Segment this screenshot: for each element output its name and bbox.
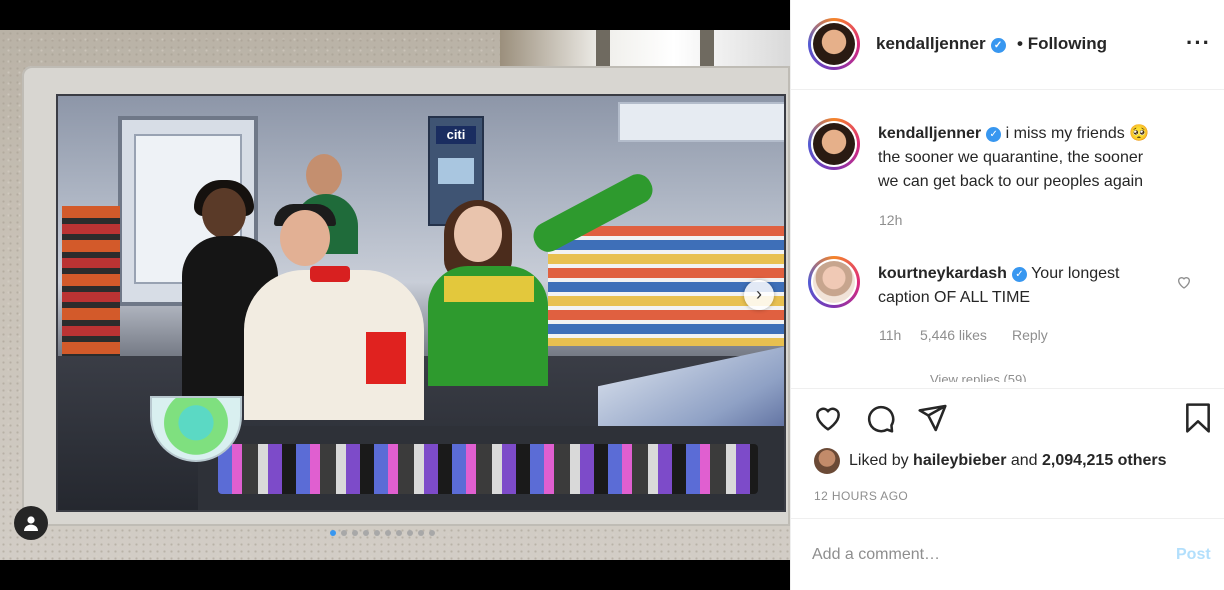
- carousel-dot: [363, 530, 369, 536]
- comment-age[interactable]: 11h: [879, 327, 901, 343]
- follow-status[interactable]: • Following: [1017, 34, 1107, 54]
- comment-reply-button[interactable]: Reply: [1012, 327, 1048, 343]
- likes-prefix: Liked by: [849, 452, 909, 469]
- likes-summary: Liked by haileybieber and 2,094,215 othe…: [849, 452, 1167, 470]
- save-bookmark-icon[interactable]: [1182, 402, 1214, 434]
- carousel-dot: [374, 530, 380, 536]
- action-bar: [791, 388, 1224, 389]
- caption-username[interactable]: kendalljenner: [878, 125, 981, 142]
- chevron-right-icon: ›: [756, 284, 762, 304]
- carousel-dot: [407, 530, 413, 536]
- more-options-icon[interactable]: ···: [1186, 30, 1211, 56]
- view-replies-link[interactable]: View replies (59): [930, 372, 1027, 382]
- likes-joiner: and: [1010, 452, 1038, 469]
- tagged-users-button[interactable]: [14, 506, 48, 540]
- person-fleece-jacket: [244, 204, 424, 420]
- post-media: citi ›: [0, 0, 790, 590]
- comment-like-icon[interactable]: [1176, 274, 1192, 290]
- comment-avatar[interactable]: [808, 256, 860, 308]
- comment-username[interactable]: kourtneykardash: [878, 265, 1007, 282]
- likes-others-count[interactable]: 2,094,215 others: [1042, 452, 1167, 469]
- author-username[interactable]: kendalljenner ✓: [876, 34, 1006, 54]
- verified-badge-icon: ✓: [986, 127, 1002, 142]
- comment-text-1: Your longest: [1031, 265, 1120, 282]
- carousel-dot: [385, 530, 391, 536]
- add-comment-input[interactable]: [812, 542, 1152, 568]
- carousel-dot: [352, 530, 358, 536]
- atm-screen: [438, 158, 474, 184]
- carousel-next-button[interactable]: ›: [744, 280, 774, 310]
- author-avatar[interactable]: [808, 18, 860, 70]
- verified-badge-icon: ✓: [1011, 267, 1027, 282]
- carousel-dot: [396, 530, 402, 536]
- user-icon: [24, 516, 38, 531]
- instagram-post-view: citi › kendalljenner ✓ • Following ··· k…: [0, 0, 1224, 590]
- post-timestamp[interactable]: 12 HOURS AGO: [814, 489, 908, 503]
- comment-line-2: caption OF ALL TIME: [878, 289, 1031, 306]
- counter-products: [218, 444, 758, 494]
- caption-line-3: we can get back to our peoples again: [878, 173, 1144, 190]
- person-green-yellow-jacket: [428, 169, 668, 386]
- author-username-text[interactable]: kendalljenner: [876, 34, 986, 53]
- share-send-icon[interactable]: [916, 402, 948, 434]
- verified-badge-icon: ✓: [990, 38, 1006, 53]
- post-comment-button[interactable]: Post: [1176, 546, 1211, 564]
- caption-line-1: kendalljenner ✓ i miss my friends 🥺: [878, 122, 1149, 146]
- caption-avatar[interactable]: [808, 118, 860, 170]
- carousel-dot: [341, 530, 347, 536]
- bullet-separator: •: [1017, 34, 1028, 53]
- caption-text-1: i miss my friends 🥺: [1005, 125, 1150, 142]
- liker-avatar[interactable]: [814, 448, 840, 474]
- carousel-indicator: [330, 530, 435, 536]
- like-heart-icon[interactable]: [812, 402, 844, 434]
- comment-line-1: kourtneykardash ✓ Your longest: [878, 262, 1119, 286]
- carousel-dot: [429, 530, 435, 536]
- caption-line-2: the sooner we quarantine, the sooner: [878, 149, 1144, 166]
- liker-username[interactable]: haileybieber: [913, 452, 1006, 469]
- following-label[interactable]: Following: [1028, 34, 1107, 53]
- carousel-dot: [418, 530, 424, 536]
- carousel-dot: [330, 530, 336, 536]
- shelves-left: [62, 206, 120, 356]
- comment-likes[interactable]: 5,446 likes: [920, 327, 987, 343]
- store-sign: [618, 102, 784, 142]
- comment-bubble-icon[interactable]: [864, 402, 896, 434]
- tv-screen: citi: [56, 94, 786, 512]
- atm-logo: citi: [436, 126, 476, 144]
- caption-age[interactable]: 12h: [879, 212, 902, 228]
